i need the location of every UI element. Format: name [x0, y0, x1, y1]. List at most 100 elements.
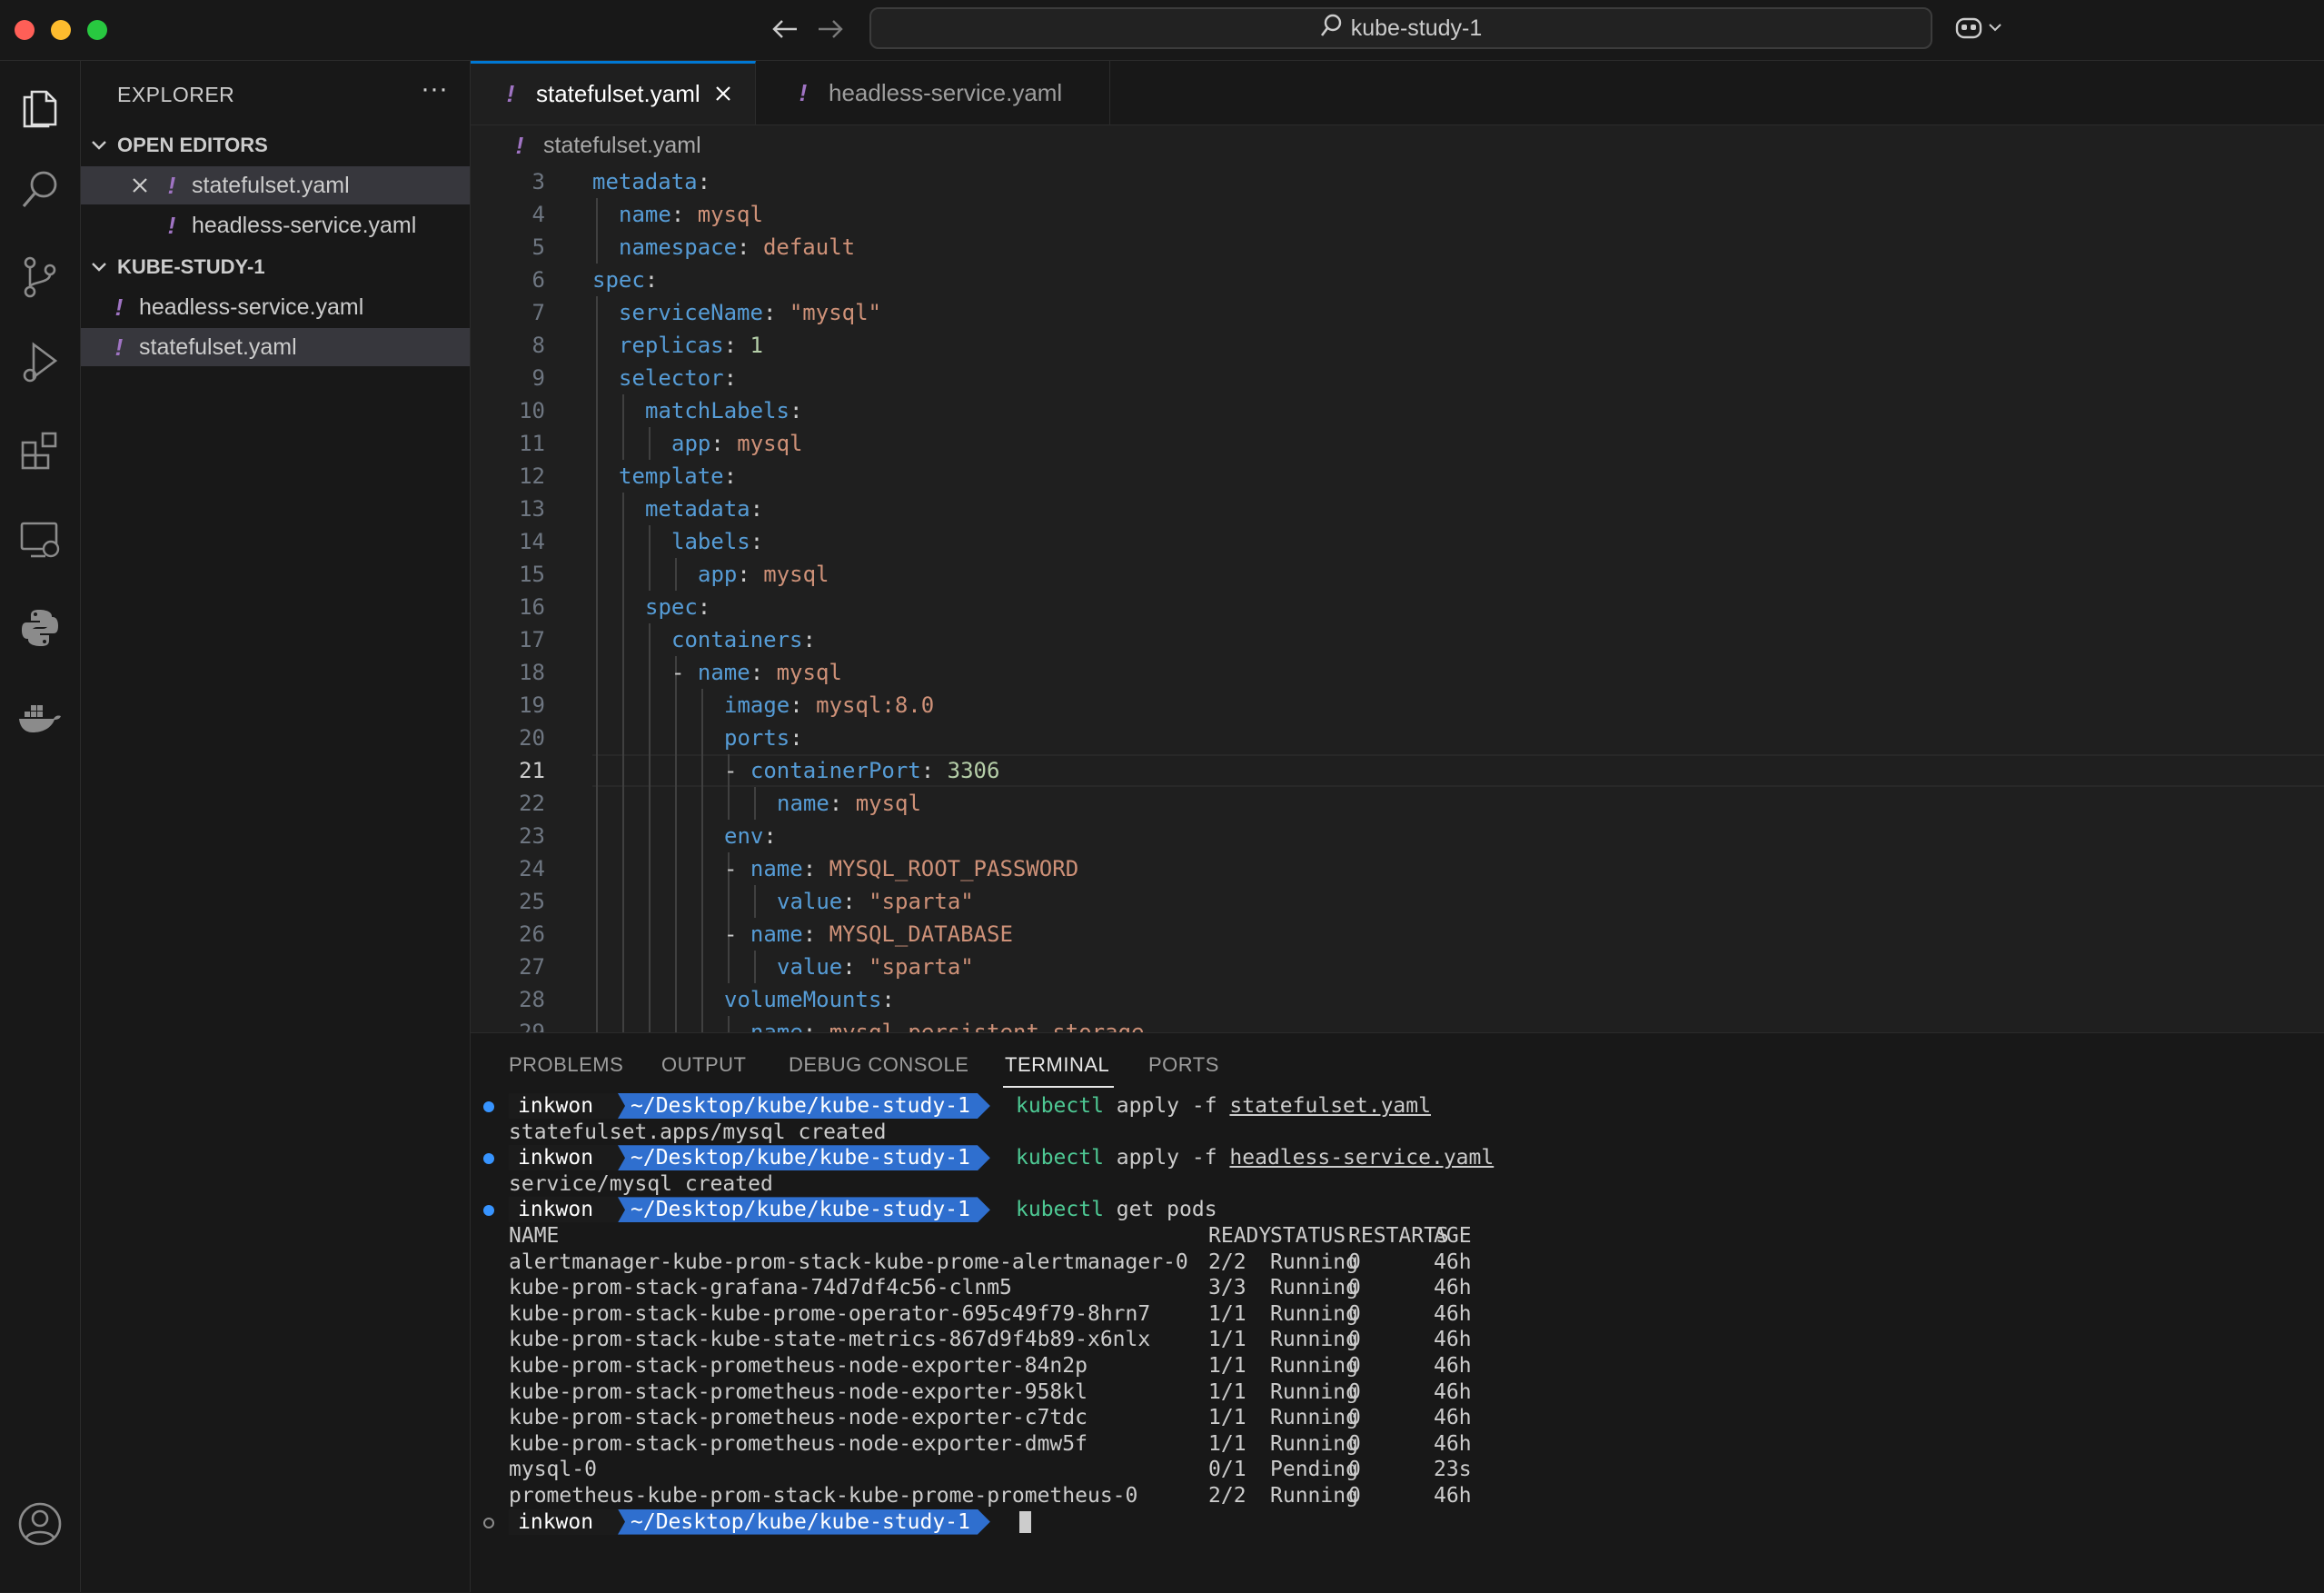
- command-args: get pods: [1103, 1198, 1217, 1222]
- table-cell: 46h: [1434, 1379, 1472, 1404]
- active-tab-indicator: [1003, 1086, 1114, 1088]
- command-center-search[interactable]: kube-study-1: [869, 7, 1932, 49]
- prompt-user: inkwon: [509, 1145, 625, 1171]
- back-arrow-icon[interactable]: [765, 11, 805, 47]
- line-number: 9: [531, 365, 545, 391]
- code-line: 21 - containerPort: 3306: [471, 754, 2324, 787]
- extensions-icon[interactable]: [0, 415, 80, 488]
- code-text: image: mysql:8.0: [724, 692, 935, 718]
- prompt-directory: ~/Desktop/kube/kube-study-1: [618, 1093, 990, 1119]
- yaml-file-icon: !: [515, 131, 524, 159]
- file-item-headless-service[interactable]: ! headless-service.yaml: [81, 288, 470, 326]
- command-file: statefulset.yaml: [1229, 1094, 1431, 1118]
- tab-ports[interactable]: PORTS: [1148, 1053, 1219, 1077]
- tab-headless-service[interactable]: ! headless-service.yaml: [756, 61, 1110, 124]
- window-close-button[interactable]: [15, 20, 35, 40]
- code-text: template:: [619, 463, 738, 489]
- account-icon[interactable]: [0, 1488, 80, 1560]
- table-cell: 1/1: [1208, 1406, 1246, 1430]
- python-icon[interactable]: [0, 592, 80, 664]
- close-icon[interactable]: [715, 80, 731, 108]
- line-number: 12: [519, 463, 545, 489]
- code-text: replicas: 1: [619, 333, 763, 358]
- table-cell: 0/1: [1208, 1458, 1246, 1482]
- yaml-file-icon: !: [167, 211, 176, 239]
- file-name: headless-service.yaml: [139, 294, 364, 320]
- explorer-icon[interactable]: [0, 70, 80, 143]
- docker-icon[interactable]: [0, 681, 80, 753]
- code-editor[interactable]: 3 metadata: 4 name: mysql 5 namespace: defaul…: [471, 165, 2324, 1032]
- table-header-cell: AGE: [1434, 1224, 1472, 1248]
- remote-explorer-icon[interactable]: [0, 504, 80, 577]
- code-line: 6 spec:: [471, 264, 2324, 296]
- table-cell: kube-prom-stack-kube-state-metrics-867d9…: [509, 1328, 1151, 1352]
- tab-output[interactable]: OUTPUT: [661, 1053, 746, 1077]
- line-number: 20: [519, 725, 545, 751]
- table-cell: 46h: [1434, 1484, 1472, 1508]
- folder-section-header[interactable]: KUBE-STUDY-1: [81, 248, 470, 286]
- table-cell: 0: [1348, 1431, 1361, 1456]
- more-actions-icon[interactable]: ···: [421, 74, 448, 105]
- table-header-cell: NAME: [509, 1224, 560, 1248]
- code-line: 26 - name: MYSQL_DATABASE: [471, 918, 2324, 951]
- command-name: kubectl: [1016, 1146, 1104, 1170]
- code-line: 7 serviceName: "mysql": [471, 296, 2324, 329]
- copilot-menu[interactable]: [1953, 11, 2017, 47]
- pods-table-row: alertmanager-kube-prom-stack-kube-prome-…: [471, 1250, 2324, 1275]
- table-cell: 2/2: [1208, 1484, 1246, 1508]
- source-control-icon[interactable]: [0, 241, 80, 314]
- table-cell: kube-prom-stack-kube-prome-operator-695c…: [509, 1301, 1151, 1326]
- search-icon: [1320, 14, 1342, 44]
- window-maximize-button[interactable]: [87, 20, 107, 40]
- code-line: 23 env:: [471, 820, 2324, 852]
- code-text: env:: [724, 823, 777, 849]
- window-minimize-button[interactable]: [51, 20, 71, 40]
- line-number: 7: [531, 300, 545, 325]
- pods-table-header: NAME READY STATUS RESTARTS AGE: [471, 1223, 2324, 1249]
- table-cell: 0: [1348, 1458, 1361, 1482]
- table-cell: kube-prom-stack-prometheus-node-exporter…: [509, 1354, 1088, 1378]
- close-icon[interactable]: [126, 177, 154, 194]
- code-line: 18 - name: mysql: [471, 656, 2324, 689]
- output-text: service/mysql created: [509, 1171, 773, 1196]
- table-cell: alertmanager-kube-prom-stack-kube-prome-…: [509, 1250, 1188, 1274]
- terminal[interactable]: inkwon ~/Desktop/kube/kube-study-1 kubectl…: [471, 1093, 2324, 1593]
- open-editors-section-header[interactable]: OPEN EDITORS: [81, 126, 470, 164]
- code-text: containers:: [671, 627, 816, 652]
- table-cell: 46h: [1434, 1276, 1472, 1300]
- breadcrumb-file: statefulset.yaml: [543, 132, 701, 158]
- table-cell: Running: [1270, 1406, 1358, 1430]
- prompt-directory: ~/Desktop/kube/kube-study-1: [618, 1197, 990, 1222]
- terminal-prompt: inkwon ~/Desktop/kube/kube-study-1: [471, 1508, 2324, 1535]
- code-line: 16 spec:: [471, 591, 2324, 623]
- search-icon[interactable]: [0, 154, 80, 226]
- tab-statefulset[interactable]: ! statefulset.yaml: [471, 61, 756, 124]
- run-debug-icon[interactable]: [0, 326, 80, 399]
- chevron-down-icon: [81, 262, 117, 273]
- line-number: 13: [519, 496, 545, 522]
- table-cell: 1/1: [1208, 1354, 1246, 1378]
- tab-terminal[interactable]: TERMINAL: [1005, 1053, 1109, 1077]
- line-number: 3: [531, 169, 545, 194]
- file-item-statefulset[interactable]: ! statefulset.yaml: [81, 328, 470, 366]
- forward-arrow-icon[interactable]: [810, 11, 850, 47]
- table-cell: 3/3: [1208, 1276, 1246, 1300]
- code-line: 25 value: "sparta": [471, 885, 2324, 918]
- breadcrumb[interactable]: ! statefulset.yaml: [471, 125, 2324, 165]
- command-args: apply -f: [1103, 1094, 1230, 1118]
- table-cell: Running: [1270, 1301, 1358, 1326]
- code-line: 11 app: mysql: [471, 427, 2324, 460]
- line-number: 14: [519, 529, 545, 554]
- tab-problems[interactable]: PROBLEMS: [509, 1053, 623, 1077]
- table-cell: Running: [1270, 1379, 1358, 1404]
- table-cell: 46h: [1434, 1301, 1472, 1326]
- open-editor-filename: statefulset.yaml: [192, 172, 350, 198]
- command-status-dot: [483, 1205, 494, 1217]
- chevron-down-icon: [1988, 21, 2002, 37]
- table-cell: 46h: [1434, 1431, 1472, 1456]
- open-editor-item-statefulset[interactable]: ! statefulset.yaml: [81, 166, 470, 204]
- open-editor-item-headless-service[interactable]: ! headless-service.yaml: [81, 206, 470, 244]
- tab-debug-console[interactable]: DEBUG CONSOLE: [789, 1053, 968, 1077]
- terminal-command: kubectl get pods: [1016, 1197, 1217, 1222]
- code-text: matchLabels:: [645, 398, 803, 423]
